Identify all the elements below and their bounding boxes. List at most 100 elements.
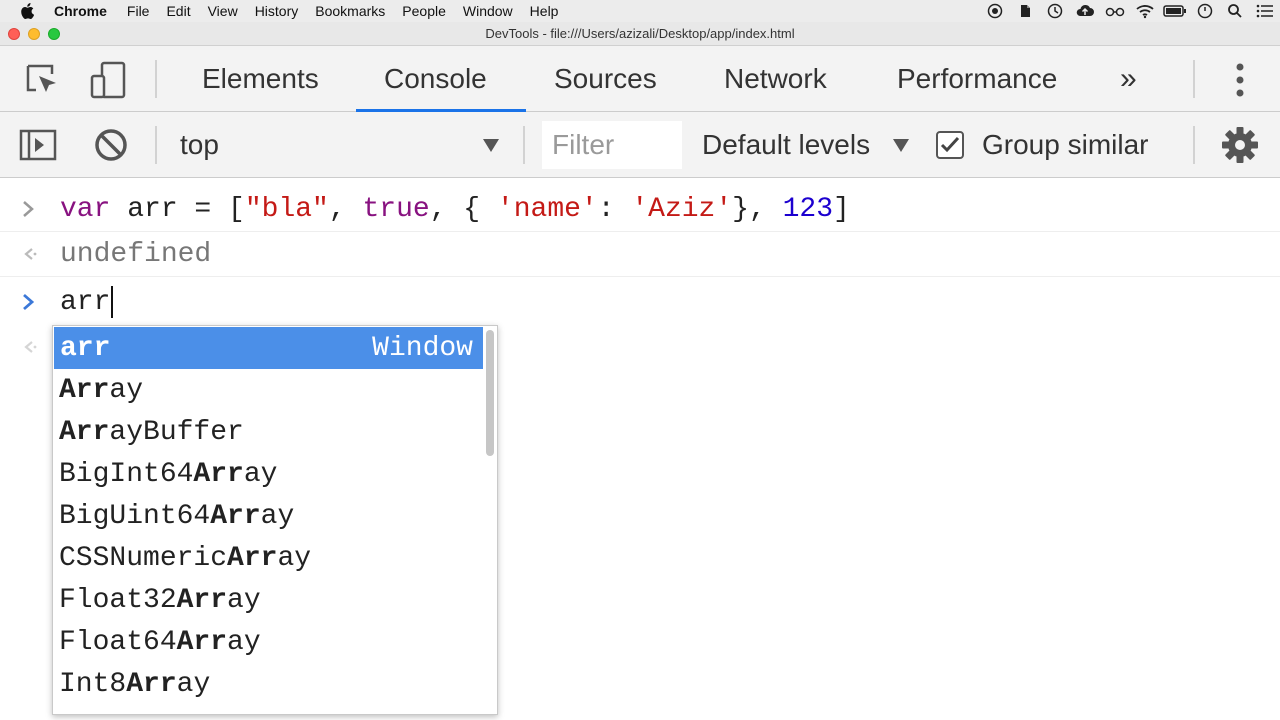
text-cursor	[111, 286, 114, 318]
menu-app-chrome[interactable]: Chrome	[54, 3, 107, 19]
suggestion-prefix: BigUint64	[59, 500, 211, 532]
autocomplete-dropdown[interactable]: arr Window Arr ay Arr ayBuffer BigInt64 Arr…	[52, 325, 498, 715]
suggestion-rest: ay	[260, 500, 295, 532]
console-prompt-line[interactable]: arr	[0, 280, 1280, 324]
menu-people[interactable]: People	[402, 3, 446, 19]
notification-center-icon[interactable]	[1250, 0, 1280, 22]
autocomplete-scrollbar[interactable]	[486, 330, 494, 456]
console-result-line: undefined	[0, 232, 1280, 276]
eager-result-arrow-icon	[22, 325, 42, 369]
cloud-upload-icon[interactable]	[1070, 0, 1100, 22]
group-similar-checkbox[interactable]	[936, 131, 964, 159]
toolbar-divider	[1193, 60, 1195, 98]
string-token: 'name'	[496, 193, 598, 225]
suggestion-label: arr	[60, 332, 111, 364]
result-value: undefined	[60, 238, 212, 270]
console-settings-gear-icon[interactable]	[1218, 123, 1262, 167]
suggestion-type: Window	[372, 332, 473, 364]
evernote-icon[interactable]	[1010, 0, 1040, 22]
device-toolbar-icon[interactable]	[86, 58, 130, 102]
autocomplete-item[interactable]: Float64 Arr ay	[53, 621, 483, 663]
toolbar-divider	[155, 60, 157, 98]
boolean-token: true	[362, 193, 430, 225]
menu-file[interactable]: File	[127, 3, 150, 19]
row-divider	[0, 276, 1280, 277]
code-token: },	[732, 193, 783, 225]
show-sidebar-icon[interactable]	[16, 123, 60, 167]
status-icons	[980, 0, 1280, 22]
more-options-icon[interactable]	[1218, 58, 1262, 102]
zoom-window-button[interactable]	[48, 28, 60, 40]
window-title-bar: DevTools - file:///Users/azizali/Desktop…	[0, 22, 1280, 46]
suggestion-prefix: Int8	[59, 668, 127, 700]
tab-elements[interactable]: Elements	[202, 46, 319, 112]
menu-edit[interactable]: Edit	[166, 3, 190, 19]
autocomplete-item[interactable]: BigUint64 Arr ay	[53, 495, 483, 537]
tab-console[interactable]: Console	[384, 46, 487, 112]
more-tabs-button[interactable]: »	[1120, 46, 1137, 112]
suggestion-prefix: BigInt64	[59, 458, 194, 490]
keyword-token: var	[60, 193, 111, 225]
result-arrow-icon	[22, 232, 42, 276]
suggestion-rest: ayBuffer	[109, 416, 244, 448]
close-window-button[interactable]	[8, 28, 20, 40]
wifi-icon[interactable]	[1130, 0, 1160, 22]
code-token: , {	[429, 193, 497, 225]
autocomplete-item[interactable]: Arr ay	[53, 369, 483, 411]
filter-input[interactable]	[542, 121, 682, 169]
suggestion-match: Arr	[176, 584, 228, 616]
autocomplete-item-selected[interactable]: arr Window	[54, 327, 483, 369]
minimize-window-button[interactable]	[28, 28, 40, 40]
console-prompt-input[interactable]: arr	[60, 280, 114, 324]
suggestion-rest: ay	[243, 458, 278, 490]
console-command-text: var arr = ["bla", true, { 'name': 'Aziz'…	[60, 187, 850, 231]
current-input-text: arr	[60, 286, 111, 318]
console-input-line: var arr = ["bla", true, { 'name': 'Aziz'…	[0, 187, 1280, 231]
chevron-down-icon[interactable]	[892, 136, 910, 159]
execution-context-select[interactable]: top	[180, 112, 219, 178]
suggestion-rest: ay	[227, 584, 261, 616]
chevron-down-icon[interactable]	[482, 136, 500, 159]
suggestion-prefix: Float64	[59, 626, 177, 658]
menu-help[interactable]: Help	[530, 3, 559, 19]
menu-window[interactable]: Window	[463, 3, 513, 19]
menu-view[interactable]: View	[208, 3, 238, 19]
number-token: 123	[782, 193, 834, 225]
suggestion-prefix: Float32	[59, 584, 177, 616]
menu-bookmarks[interactable]: Bookmarks	[315, 3, 385, 19]
time-machine-icon[interactable]	[1040, 0, 1070, 22]
suggestion-match: Arr	[193, 458, 244, 490]
glasses-icon[interactable]	[1100, 0, 1130, 22]
prompt-chevron-icon	[22, 187, 42, 231]
tab-sources[interactable]: Sources	[554, 46, 657, 112]
log-levels-select[interactable]: Default levels	[702, 112, 870, 178]
clock-icon[interactable]	[1190, 0, 1220, 22]
toolbar-divider	[155, 126, 157, 164]
inspect-element-icon[interactable]	[20, 58, 64, 102]
console-toolbar: top Default levels Group similar	[0, 112, 1280, 178]
clear-console-icon[interactable]	[89, 123, 133, 167]
active-prompt-chevron-icon	[22, 280, 42, 324]
autocomplete-item[interactable]: BigInt64 Arr ay	[53, 453, 483, 495]
menu-history[interactable]: History	[255, 3, 299, 19]
spotlight-search-icon[interactable]	[1220, 0, 1250, 22]
battery-icon[interactable]	[1160, 0, 1190, 22]
group-similar-label: Group similar	[982, 129, 1149, 160]
tab-network[interactable]: Network	[724, 46, 827, 112]
apple-icon[interactable]	[20, 3, 40, 19]
autocomplete-item[interactable]: CSSNumeric Arr ay	[53, 537, 483, 579]
window-title: DevTools - file:///Users/azizali/Desktop…	[485, 26, 795, 41]
record-icon[interactable]	[980, 0, 1010, 22]
autocomplete-item[interactable]: Int8 Arr ay	[53, 663, 483, 705]
code-token: arr = [	[110, 193, 245, 225]
suggestion-rest: ay	[109, 374, 144, 406]
string-token: "bla"	[244, 193, 329, 225]
autocomplete-item[interactable]: Float32 Arr ay	[53, 579, 483, 621]
code-token: ]	[833, 193, 850, 225]
autocomplete-item[interactable]: Arr ayBuffer	[53, 411, 483, 453]
suggestion-rest: ay	[277, 542, 312, 574]
tab-performance[interactable]: Performance	[897, 46, 1057, 112]
suggestion-match: Arr	[210, 500, 261, 532]
devtools-tab-bar: Elements Console Sources Network Perform…	[0, 46, 1280, 112]
toolbar-divider	[523, 126, 525, 164]
